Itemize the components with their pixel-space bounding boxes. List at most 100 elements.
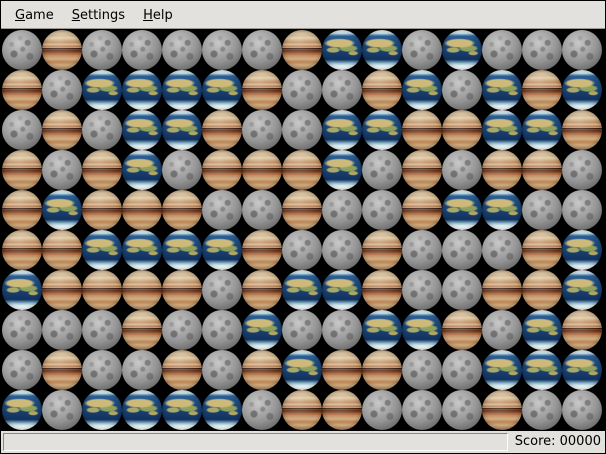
- ball-earth[interactable]: [402, 310, 442, 350]
- ball-moon[interactable]: [202, 30, 242, 70]
- ball-jupiter[interactable]: [522, 70, 562, 110]
- ball-moon[interactable]: [122, 350, 162, 390]
- ball-earth[interactable]: [322, 30, 362, 70]
- ball-jupiter[interactable]: [362, 270, 402, 310]
- ball-jupiter[interactable]: [362, 350, 402, 390]
- ball-moon[interactable]: [402, 390, 442, 430]
- ball-moon[interactable]: [242, 30, 282, 70]
- ball-moon[interactable]: [122, 30, 162, 70]
- ball-moon[interactable]: [2, 110, 42, 150]
- ball-moon[interactable]: [162, 310, 202, 350]
- ball-earth[interactable]: [162, 230, 202, 270]
- ball-moon[interactable]: [362, 150, 402, 190]
- ball-moon[interactable]: [242, 190, 282, 230]
- ball-earth[interactable]: [282, 270, 322, 310]
- ball-earth[interactable]: [362, 30, 402, 70]
- ball-moon[interactable]: [442, 270, 482, 310]
- ball-earth[interactable]: [442, 190, 482, 230]
- menu-game[interactable]: Game: [6, 1, 63, 28]
- ball-earth[interactable]: [322, 110, 362, 150]
- ball-earth[interactable]: [122, 230, 162, 270]
- ball-jupiter[interactable]: [202, 110, 242, 150]
- ball-earth[interactable]: [122, 390, 162, 430]
- ball-moon[interactable]: [42, 150, 82, 190]
- ball-earth[interactable]: [202, 230, 242, 270]
- ball-jupiter[interactable]: [282, 150, 322, 190]
- ball-jupiter[interactable]: [162, 190, 202, 230]
- ball-moon[interactable]: [402, 30, 442, 70]
- ball-jupiter[interactable]: [522, 150, 562, 190]
- ball-moon[interactable]: [82, 350, 122, 390]
- ball-earth[interactable]: [202, 70, 242, 110]
- ball-jupiter[interactable]: [162, 350, 202, 390]
- ball-earth[interactable]: [82, 230, 122, 270]
- ball-moon[interactable]: [562, 190, 602, 230]
- ball-moon[interactable]: [562, 150, 602, 190]
- ball-moon[interactable]: [282, 110, 322, 150]
- ball-moon[interactable]: [242, 390, 282, 430]
- ball-moon[interactable]: [522, 190, 562, 230]
- ball-jupiter[interactable]: [122, 190, 162, 230]
- ball-jupiter[interactable]: [242, 230, 282, 270]
- ball-moon[interactable]: [442, 70, 482, 110]
- ball-jupiter[interactable]: [362, 70, 402, 110]
- ball-moon[interactable]: [522, 30, 562, 70]
- ball-jupiter[interactable]: [242, 270, 282, 310]
- ball-jupiter[interactable]: [42, 350, 82, 390]
- ball-earth[interactable]: [562, 270, 602, 310]
- ball-jupiter[interactable]: [402, 110, 442, 150]
- ball-earth[interactable]: [82, 70, 122, 110]
- ball-moon[interactable]: [42, 310, 82, 350]
- ball-moon[interactable]: [442, 350, 482, 390]
- ball-jupiter[interactable]: [562, 110, 602, 150]
- ball-moon[interactable]: [322, 190, 362, 230]
- ball-jupiter[interactable]: [202, 150, 242, 190]
- ball-jupiter[interactable]: [242, 150, 282, 190]
- ball-jupiter[interactable]: [162, 270, 202, 310]
- ball-jupiter[interactable]: [282, 390, 322, 430]
- ball-moon[interactable]: [522, 390, 562, 430]
- ball-jupiter[interactable]: [322, 390, 362, 430]
- ball-moon[interactable]: [322, 310, 362, 350]
- ball-jupiter[interactable]: [282, 190, 322, 230]
- ball-jupiter[interactable]: [242, 350, 282, 390]
- ball-moon[interactable]: [202, 350, 242, 390]
- ball-moon[interactable]: [402, 270, 442, 310]
- ball-moon[interactable]: [442, 390, 482, 430]
- ball-earth[interactable]: [162, 70, 202, 110]
- ball-jupiter[interactable]: [322, 350, 362, 390]
- ball-jupiter[interactable]: [2, 230, 42, 270]
- ball-earth[interactable]: [482, 70, 522, 110]
- ball-jupiter[interactable]: [2, 150, 42, 190]
- ball-moon[interactable]: [442, 150, 482, 190]
- ball-earth[interactable]: [122, 110, 162, 150]
- ball-moon[interactable]: [162, 150, 202, 190]
- ball-moon[interactable]: [402, 230, 442, 270]
- menu-settings[interactable]: Settings: [63, 1, 134, 28]
- ball-moon[interactable]: [2, 350, 42, 390]
- ball-moon[interactable]: [482, 230, 522, 270]
- ball-moon[interactable]: [562, 30, 602, 70]
- ball-moon[interactable]: [42, 390, 82, 430]
- ball-moon[interactable]: [202, 270, 242, 310]
- ball-earth[interactable]: [82, 390, 122, 430]
- ball-moon[interactable]: [362, 390, 402, 430]
- ball-jupiter[interactable]: [82, 190, 122, 230]
- ball-moon[interactable]: [442, 230, 482, 270]
- ball-earth[interactable]: [2, 270, 42, 310]
- ball-moon[interactable]: [562, 390, 602, 430]
- ball-earth[interactable]: [282, 350, 322, 390]
- ball-jupiter[interactable]: [122, 310, 162, 350]
- ball-moon[interactable]: [282, 70, 322, 110]
- ball-moon[interactable]: [82, 110, 122, 150]
- ball-earth[interactable]: [562, 230, 602, 270]
- ball-jupiter[interactable]: [522, 270, 562, 310]
- ball-earth[interactable]: [362, 310, 402, 350]
- ball-earth[interactable]: [522, 350, 562, 390]
- ball-jupiter[interactable]: [522, 230, 562, 270]
- ball-moon[interactable]: [2, 310, 42, 350]
- ball-earth[interactable]: [482, 190, 522, 230]
- ball-earth[interactable]: [162, 110, 202, 150]
- menu-help[interactable]: Help: [134, 1, 182, 28]
- ball-jupiter[interactable]: [402, 190, 442, 230]
